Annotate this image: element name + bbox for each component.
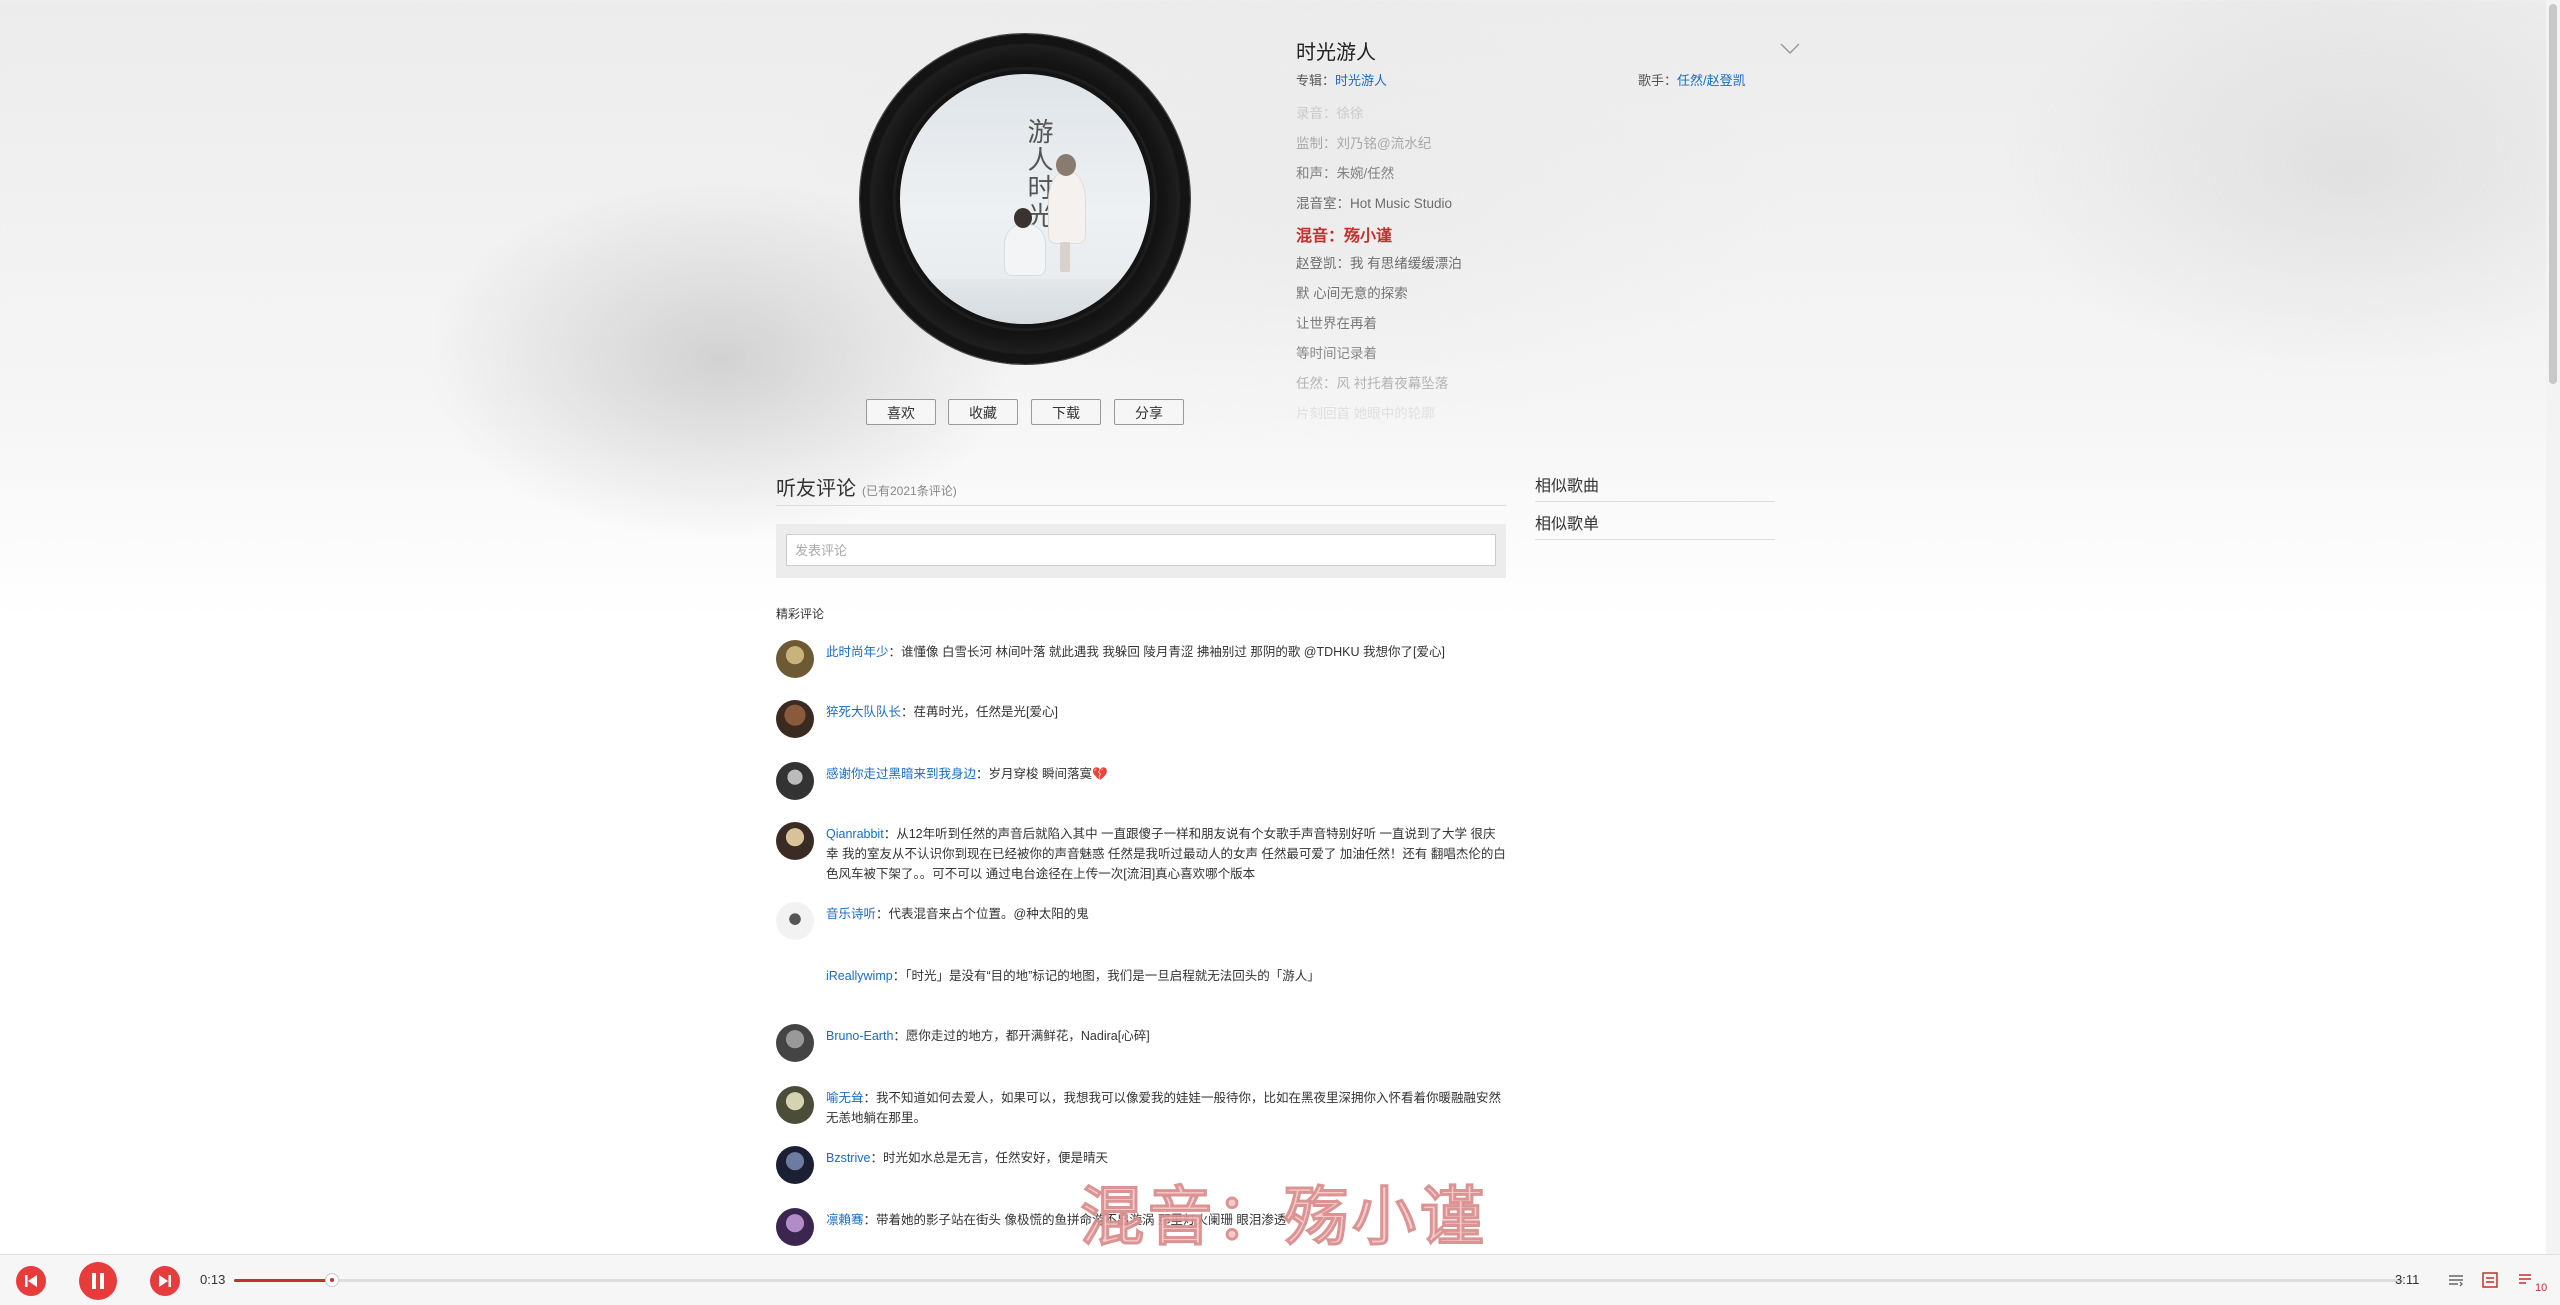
progress-bar[interactable] xyxy=(234,1273,2404,1287)
album-label: 专辑： xyxy=(1296,73,1336,88)
collect-button[interactable]: 收藏 xyxy=(948,399,1018,425)
lyric-line-active: 混音：殇小谨 xyxy=(1296,228,1393,245)
comment-body: Bzstrive：时光如水总是无言，任然安好，便是晴天 xyxy=(826,1148,1506,1168)
comments-title: 听友评论 xyxy=(776,478,856,500)
user-avatar[interactable] xyxy=(776,1146,814,1184)
lyric-line: 让世界在再着 xyxy=(1296,316,1377,331)
lyric-line: 赵登凯：我 有思绪缓缓漂泊 xyxy=(1296,256,1462,271)
album-cover: 游人时光 xyxy=(900,74,1150,324)
comment-text: ：从12年听到任然的声音后就陷入其中 一直跟傻子一样和朋友说有个女歌手声音特别好… xyxy=(826,827,1506,881)
progress-handle[interactable] xyxy=(325,1273,339,1287)
pause-button[interactable] xyxy=(79,1262,117,1300)
lyrics-toggle-icon[interactable] xyxy=(2480,1270,2500,1290)
album-info: 专辑：时光游人 xyxy=(1296,70,1387,89)
previous-button[interactable] xyxy=(16,1266,46,1296)
comment-body: iReallywimp：「时光」是没有“目的地”标记的地图，我们是一旦启程就无法… xyxy=(826,966,1506,986)
user-avatar[interactable] xyxy=(776,640,814,678)
comment-username[interactable]: Bzstrive xyxy=(826,1151,870,1165)
user-avatar[interactable] xyxy=(776,1086,814,1124)
featured-comments-label: 精彩评论 xyxy=(776,607,825,621)
lyric-line: 默 心间无意的探索 xyxy=(1296,286,1408,301)
comment-username[interactable]: 猝死大队队长 xyxy=(826,705,901,719)
playlist-count: 10 xyxy=(2535,1282,2548,1294)
comment-username[interactable]: iReallywimp xyxy=(826,969,893,983)
comment-username[interactable]: 喻无耸 xyxy=(826,1091,864,1105)
artist-label: 歌手： xyxy=(1638,73,1678,88)
comment-body: 此时尚年少：谁懂像 白雪长河 林间叶落 就此遇我 我躲回 陵月青涩 拂袖别过 那… xyxy=(826,642,1506,662)
comment-text: ：谁懂像 白雪长河 林间叶落 就此遇我 我躲回 陵月青涩 拂袖别过 那阴的歌 @… xyxy=(888,645,1445,659)
comment-text: ：荏苒时光，任然是光[爱心] xyxy=(901,705,1058,719)
comment-text: ：我不知道如何去爱人，如果可以，我想我可以像爱我的娃娃一般待你，比如在黑夜里深拥… xyxy=(826,1091,1502,1125)
share-button[interactable]: 分享 xyxy=(1114,399,1184,425)
user-avatar[interactable] xyxy=(776,1208,814,1246)
artist-link[interactable]: 任然/赵登凯 xyxy=(1677,73,1746,88)
comment-body: 感谢你走过黑暗来到我身边：岁月穿梭 瞬间落寞💔 xyxy=(826,764,1506,784)
play-mode-icon[interactable] xyxy=(2446,1270,2466,1290)
scrollbar-thumb[interactable] xyxy=(2549,4,2557,384)
previous-icon xyxy=(25,1275,37,1287)
comment-body: Bruno-Earth：愿你走过的地方，都开满鲜花，Nadira[心碎] xyxy=(826,1026,1506,1046)
desktop-lyric-overlay[interactable]: 混音：殇小谨 xyxy=(1080,1166,1488,1258)
comments-heading: 听友评论 (已有2021条评论) xyxy=(776,472,957,501)
comment-text: ：代表混音来占个位置。@种太阳的鬼 xyxy=(876,907,1089,921)
scrollbar[interactable] xyxy=(2546,0,2560,1254)
current-time: 0:13 xyxy=(200,1272,226,1287)
lyric-line: 等时间记录着 xyxy=(1296,346,1377,361)
divider xyxy=(776,505,1506,506)
artist-info: 歌手：任然/赵登凯 xyxy=(1638,70,1746,89)
comment-input[interactable] xyxy=(786,534,1496,566)
comment-box xyxy=(776,524,1506,578)
album-disc: 游人时光 xyxy=(860,34,1190,364)
next-button[interactable] xyxy=(150,1266,180,1296)
lyric-line: 任然：风 衬托着夜幕坠落 xyxy=(1296,376,1449,391)
next-icon xyxy=(159,1275,171,1287)
comment-username[interactable]: 感谢你走过黑暗来到我身边 xyxy=(826,767,976,781)
download-button[interactable]: 下载 xyxy=(1031,399,1101,425)
user-avatar[interactable] xyxy=(776,822,814,860)
lyric-line: 监制：刘乃铭@流水纪 xyxy=(1296,136,1432,151)
like-button[interactable]: 喜欢 xyxy=(866,399,936,425)
divider xyxy=(1535,501,1775,502)
lyric-line: 录音：徐徐 xyxy=(1296,106,1364,121)
similar-songs-heading[interactable]: 相似歌曲 xyxy=(1535,472,1775,496)
comment-username[interactable]: Bruno-Earth xyxy=(826,1029,893,1043)
lyric-line: 混音室：Hot Music Studio xyxy=(1296,196,1453,211)
pause-icon xyxy=(92,1273,104,1289)
comment-username[interactable]: 此时尚年少 xyxy=(826,645,889,659)
user-avatar[interactable] xyxy=(776,700,814,738)
comment-body: 音乐诗听：代表混音来占个位置。@种太阳的鬼 xyxy=(826,904,1506,924)
comment-text: ：「时光」是没有“目的地”标记的地图，我们是一旦启程就无法回头的「游人」 xyxy=(892,969,1320,983)
song-title: 时光游人 xyxy=(1296,42,1376,64)
lyric-line: 片刻回首 她眼中的轮廓 xyxy=(1296,406,1435,421)
playlist-icon[interactable] xyxy=(2516,1270,2536,1290)
comment-body: Qianrabbit：从12年听到任然的声音后就陷入其中 一直跟傻子一样和朋友说… xyxy=(826,824,1506,884)
comment-text: ：愿你走过的地方，都开满鲜花，Nadira[心碎] xyxy=(893,1029,1150,1043)
comment-text: ：时光如水总是无言，任然安好，便是晴天 xyxy=(870,1151,1108,1165)
comment-username[interactable]: 音乐诗听 xyxy=(826,907,876,921)
user-avatar[interactable] xyxy=(776,1024,814,1062)
collapse-chevron-icon[interactable] xyxy=(1780,42,1800,56)
lyric-line: 和声：朱婉/任然 xyxy=(1296,166,1395,181)
total-time: 3:11 xyxy=(2395,1272,2420,1287)
comment-username[interactable]: Qianrabbit xyxy=(826,827,884,841)
comment-body: 猝死大队队长：荏苒时光，任然是光[爱心] xyxy=(826,702,1506,722)
divider xyxy=(1535,539,1775,540)
user-avatar[interactable] xyxy=(776,902,814,940)
progress-fill xyxy=(234,1279,332,1282)
comment-text: ：岁月穿梭 瞬间落寞💔 xyxy=(976,767,1108,781)
user-avatar[interactable] xyxy=(776,762,814,800)
comment-body: 喻无耸：我不知道如何去爱人，如果可以，我想我可以像爱我的娃娃一般待你，比如在黑夜… xyxy=(826,1088,1506,1128)
album-link[interactable]: 时光游人 xyxy=(1335,73,1387,88)
similar-playlists-heading[interactable]: 相似歌单 xyxy=(1535,510,1775,534)
comment-username[interactable]: 凛賴骞 xyxy=(826,1213,864,1227)
comments-count: (已有2021条评论) xyxy=(862,484,957,498)
